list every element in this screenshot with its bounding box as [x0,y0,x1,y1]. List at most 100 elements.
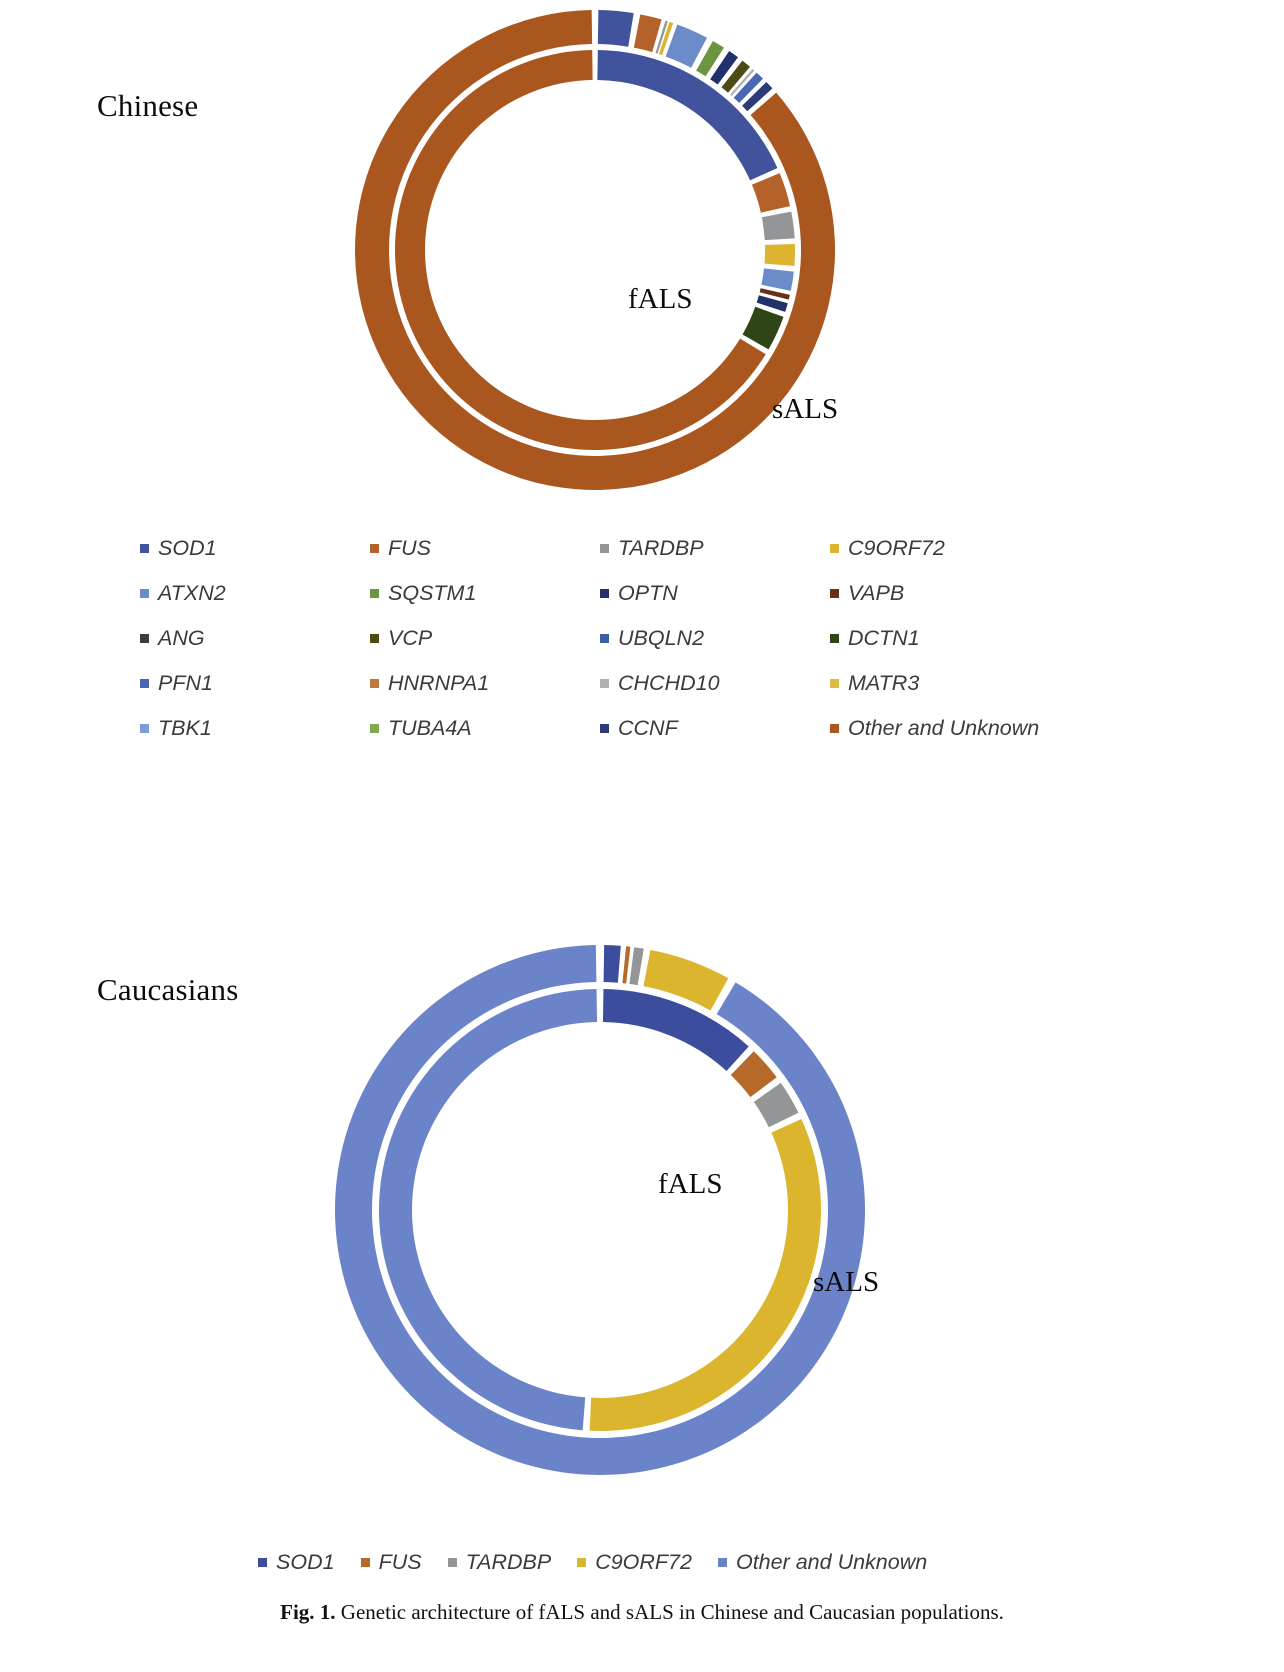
legend-item-label: UBQLN2 [618,626,705,650]
legend-swatch-icon [830,724,839,733]
figure-caption-text: Genetic architecture of fALS and sALS in… [340,1600,1004,1624]
ring-callout-fals-caucasian: fALS [658,1168,723,1200]
legend-swatch-icon [447,1557,457,1567]
legend-swatch-icon [140,634,149,643]
legend-item-optn: OPTN [600,571,830,616]
legend-item-label: FUS [388,536,431,560]
legend-item-label: MATR3 [848,671,920,695]
legend-swatch-icon [140,679,149,688]
legend-item-chchd10: CHCHD10 [600,661,830,706]
donut-slice-sals-sod1 [603,945,621,983]
donut-slice-fals-c9orf72 [764,243,795,267]
legend-swatch-icon [577,1557,587,1567]
ring-callout-fals-chinese: fALS [628,283,693,315]
legend-swatch-icon [830,544,839,553]
legend-swatch-icon [140,724,149,733]
legend-item-dctn1: DCTN1 [830,616,1080,661]
donut-slice-sals-fus [633,14,662,53]
legend-item-label: TARDBP [465,1549,552,1574]
legend-item-tardbp: TARDBP [600,526,830,571]
legend-item-label: ANG [158,626,205,650]
legend-swatch-icon [370,679,379,688]
legend-item-fus: FUS [360,1545,422,1579]
legend-item-label: TBK1 [158,716,212,740]
legend-caucasian: SOD1 FUS TARDBP C9ORF72 Other and Unknown [258,1545,1028,1579]
legend-item-label: CCNF [618,716,678,740]
donut-slice-fals-dctn1 [742,306,784,350]
legend-swatch-icon [830,589,839,598]
population-label-caucasians: Caucasians [97,972,239,1007]
legend-swatch-icon [600,589,609,598]
legend-swatch-icon [717,1557,727,1567]
legend-item-label: DCTN1 [848,626,920,650]
legend-item-sqstm1: SQSTM1 [370,571,600,616]
legend-item-sod1: SOD1 [258,1545,335,1579]
legend-item-pfn1: PFN1 [140,661,370,706]
legend-item-c9orf72: C9ORF72 [577,1545,692,1579]
legend-swatch-icon [370,724,379,733]
figure-root: Chinese fALS sALS SOD1 FUS TARDBP C9ORF72 AT… [0,0,1284,1672]
legend-item-tuba4a: TUBA4A [370,706,600,751]
legend-item-vcp: VCP [370,616,600,661]
legend-item-other-and-unknown: Other and Unknown [830,706,1080,751]
legend-item-atxn2: ATXN2 [140,571,370,616]
donut-slice-sals-sod1 [597,10,634,47]
legend-item-matr3: MATR3 [830,661,1080,706]
legend-item-label: OPTN [618,581,678,605]
legend-item-label: PFN1 [158,671,213,695]
figure-caption-label: Fig. 1. [280,1600,336,1624]
legend-item-label: Other and Unknown [735,1549,928,1574]
legend-item-ang: ANG [140,616,370,661]
donut-slice-fals-fus [751,173,791,213]
figure-caption: Fig. 1. Genetic architecture of fALS and… [0,1600,1284,1625]
legend-swatch-icon [140,544,149,553]
legend-item-label: TUBA4A [388,716,472,740]
legend-swatch-icon [600,724,609,733]
legend-item-label: Other and Unknown [848,716,1040,740]
legend-item-fus: FUS [370,526,600,571]
donut-chart-caucasian [325,930,875,1490]
legend-item-tardbp: TARDBP [447,1545,552,1579]
legend-swatch-icon [370,544,379,553]
donut-slice-fals-tardbp [761,211,795,241]
legend-item-label: VAPB [848,581,905,605]
legend-item-label: FUS [378,1549,422,1574]
legend-swatch-icon [258,1557,267,1567]
donut-slice-fals-sod1 [597,50,778,181]
donut-slice-sals-fus [622,946,631,984]
legend-item-other-and-unknown: Other and Unknown [717,1545,928,1579]
legend-swatch-icon [600,544,609,553]
donut-slice-fals-tardbp [753,1082,799,1128]
legend-item-label: SOD1 [158,536,217,560]
legend-swatch-icon [370,589,379,598]
legend-item-label: C9ORF72 [595,1549,692,1574]
legend-item-label: ATXN2 [158,581,226,605]
legend-item-label: C9ORF72 [848,536,945,560]
legend-item-c9orf72: C9ORF72 [830,526,1080,571]
legend-item-label: CHCHD10 [618,671,720,695]
legend-item-label: TARDBP [618,536,704,560]
ring-callout-sals-caucasian: sALS [813,1266,880,1298]
legend-item-hnrnpa1: HNRNPA1 [370,661,600,706]
donut-slice-fals-atxn2 [761,268,794,291]
legend-swatch-icon [830,634,839,643]
legend-item-tbk1: TBK1 [140,706,370,751]
legend-item-label: SOD1 [276,1549,335,1574]
legend-swatch-icon [600,679,609,688]
legend-swatch-icon [830,679,839,688]
legend-item-ubqln2: UBQLN2 [600,616,830,661]
legend-item-label: HNRNPA1 [388,671,490,695]
legend-swatch-icon [370,634,379,643]
donut-slice-sals-other-and-unknown [335,945,866,1475]
legend-item-vapb: VAPB [830,571,1080,616]
donut-slice-sals-other-and-unknown [355,10,835,490]
legend-item-sod1: SOD1 [140,526,370,571]
population-label-chinese: Chinese [97,88,199,123]
donut-slice-sals-atxn2 [665,24,708,68]
legend-item-ccnf: CCNF [600,706,830,751]
legend-item-label: VCP [388,626,433,650]
donut-slice-sals-tardbp [629,947,644,986]
ring-callout-sals-chinese: sALS [772,393,839,425]
legend-item-label: SQSTM1 [388,581,477,605]
donut-chart-caucasian-svg [335,945,866,1475]
